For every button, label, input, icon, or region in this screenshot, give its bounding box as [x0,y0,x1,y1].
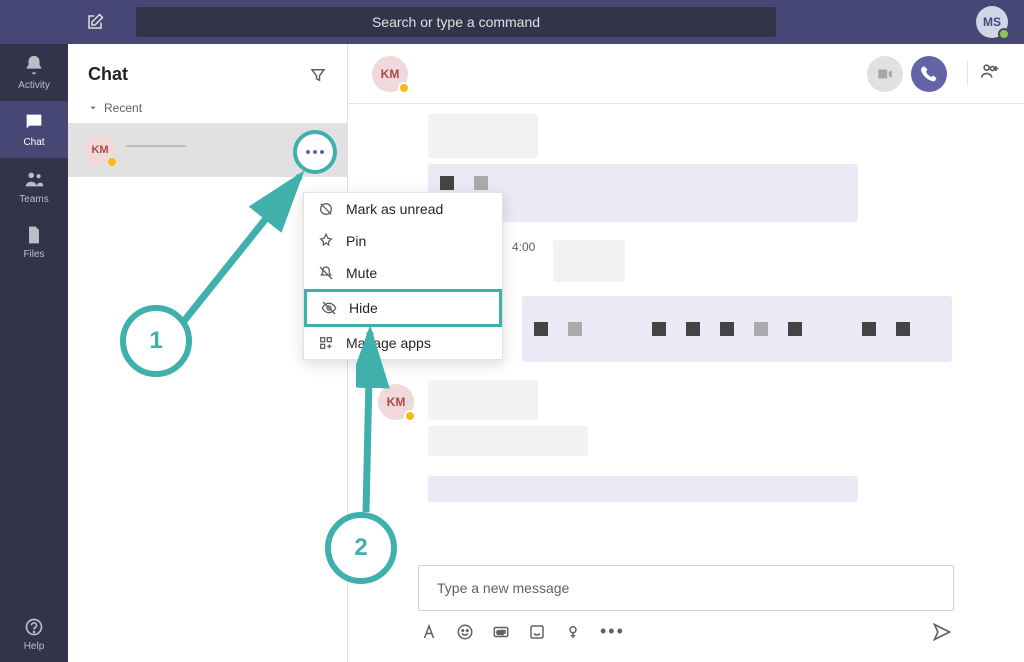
send-button[interactable] [932,622,952,642]
compose-area: Type a new message GIF ••• [348,565,1024,662]
format-icon[interactable] [420,623,438,641]
chat-context-menu: Mark as unread Pin Mute Hide Manage apps [303,192,503,360]
help-icon [24,617,44,637]
rail-files[interactable]: Files [0,215,68,270]
video-call-button[interactable] [867,56,903,92]
recent-header[interactable]: Recent [68,93,347,123]
message-avatar: KM [378,384,414,420]
contact-name-placeholder [126,145,186,147]
message-placeholder [428,380,538,420]
message-block: KM [378,380,954,512]
app-rail: Activity Chat Teams Files Help [0,44,68,662]
rail-chat[interactable]: Chat [0,101,68,158]
ctx-hide[interactable]: Hide [304,289,502,327]
chat-more-button[interactable] [293,130,337,174]
bell-icon [23,54,45,76]
new-chat-icon[interactable] [86,13,104,31]
presence-away-icon [398,82,410,94]
praise-icon[interactable] [564,623,582,641]
compose-input[interactable]: Type a new message [418,565,954,611]
presence-away-icon [404,410,416,422]
rail-help[interactable]: Help [0,607,68,662]
more-icon [306,150,324,154]
message-bubble [522,296,952,362]
unread-icon [318,201,334,217]
rail-teams[interactable]: Teams [0,158,68,215]
ctx-label: Mute [346,265,377,281]
apps-icon [318,335,334,351]
rail-label: Chat [23,137,44,148]
sticker-icon[interactable] [528,623,546,641]
ctx-label: Manage apps [346,335,431,351]
ctx-mark-unread[interactable]: Mark as unread [304,193,502,225]
contact-initials: KM [387,395,406,409]
gif-icon[interactable]: GIF [492,623,510,641]
message-placeholder [428,114,538,158]
recent-label: Recent [104,101,142,115]
add-people-button[interactable] [967,61,1000,86]
contact-avatar: KM [84,134,116,166]
ctx-label: Hide [349,300,378,316]
rail-label: Files [23,249,44,260]
presence-away-icon [106,156,118,168]
ctx-mute[interactable]: Mute [304,257,502,289]
chevron-down-icon [88,103,98,113]
teams-icon [23,168,45,190]
filter-icon[interactable] [309,66,327,84]
presence-available-icon [998,28,1010,40]
rail-activity[interactable]: Activity [0,44,68,101]
add-people-icon [980,61,1000,81]
ctx-label: Pin [346,233,366,249]
message-placeholder [428,426,588,456]
panel-title: Chat [88,64,128,85]
chat-list-item[interactable]: KM [68,123,347,177]
ctx-manage-apps[interactable]: Manage apps [304,327,502,359]
audio-call-button[interactable] [911,56,947,92]
pin-icon [318,233,334,249]
rail-label: Teams [19,194,48,205]
ctx-label: Mark as unread [346,201,443,217]
top-bar: MS [0,0,1024,44]
hide-icon [321,300,337,316]
message-placeholder [553,240,625,282]
rail-label: Help [24,641,45,652]
contact-initials: KM [91,144,108,156]
compose-more-icon[interactable]: ••• [600,621,625,642]
contact-initials: KM [381,67,400,81]
emoji-icon[interactable] [456,623,474,641]
ctx-pin[interactable]: Pin [304,225,502,257]
me-initials: MS [983,15,1001,29]
rail-label: Activity [18,80,50,91]
timestamp-label: 4:00 [512,240,535,254]
message-bubble [428,476,858,502]
search-bar[interactable] [136,7,776,37]
mute-icon [318,265,334,281]
compose-toolbar: GIF ••• [418,611,954,652]
svg-text:GIF: GIF [497,630,506,636]
conversation-avatar[interactable]: KM [372,56,408,92]
phone-icon [920,65,938,83]
conversation-header: KM [348,44,1024,104]
files-icon [24,225,44,245]
compose-placeholder-text: Type a new message [437,580,569,596]
video-icon [876,65,894,83]
chat-icon [23,111,45,133]
me-avatar[interactable]: MS [976,6,1008,38]
search-input[interactable] [136,7,776,37]
